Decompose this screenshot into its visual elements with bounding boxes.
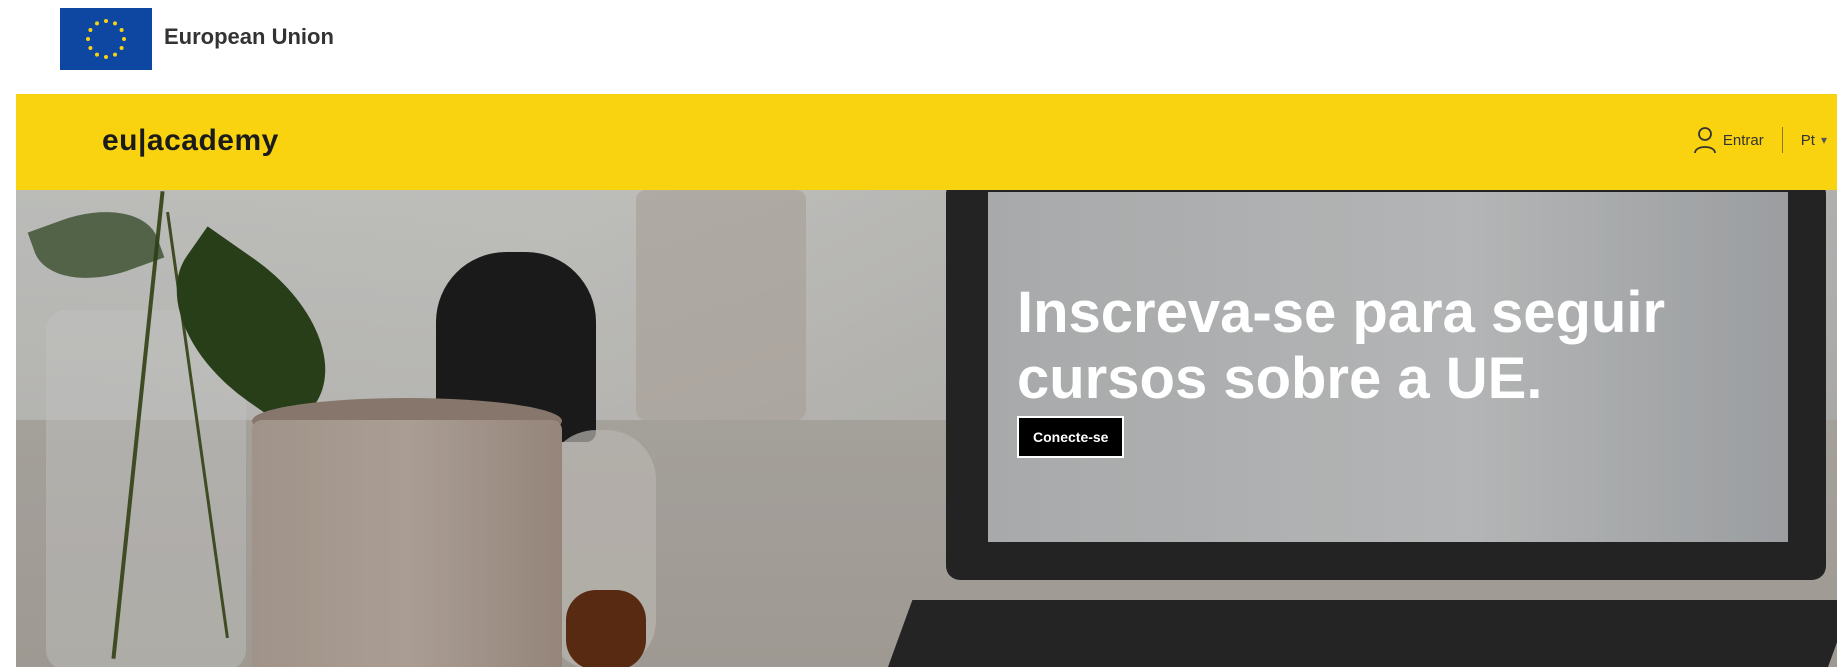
login-button[interactable]: Conecte-se [1017,416,1125,458]
login-label: Entrar [1722,131,1764,149]
eu-top-bar: European Union [0,0,1837,94]
hero-banner: Inscreva-se para seguir cursos sobre a U… [16,190,1837,667]
eu-flag-icon [60,8,152,70]
eu-flag-logo[interactable] [60,8,152,70]
login-link[interactable]: Entrar [1693,126,1764,154]
site-header: eu|academy Entrar Pt ▾ [16,94,1837,190]
user-icon [1693,126,1717,154]
header-actions: Entrar Pt ▾ [1693,126,1827,154]
hero-title: Inscreva-se para seguir cursos sobre a U… [1017,280,1666,411]
chevron-down-icon: ▾ [1820,133,1827,147]
header-divider [1781,127,1783,153]
language-value: Pt [1800,131,1815,149]
eu-label: European Union [164,24,334,49]
hero-content: Inscreva-se para seguir cursos sobre a U… [1017,280,1697,458]
site-logo[interactable]: eu|academy [102,124,279,158]
language-selector[interactable]: Pt ▾ [1801,132,1827,149]
